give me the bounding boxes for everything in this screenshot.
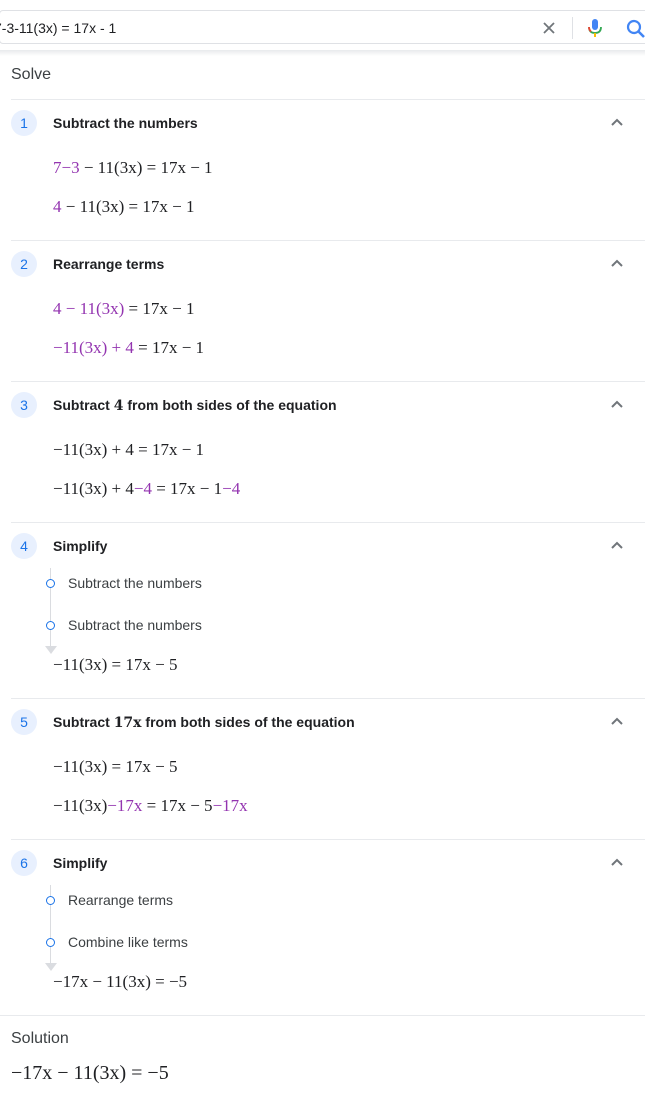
close-icon[interactable] xyxy=(540,19,558,37)
microphone-icon[interactable] xyxy=(585,17,605,39)
chevron-up-icon[interactable] xyxy=(607,535,627,555)
chevron-up-icon[interactable] xyxy=(607,253,627,273)
step-number: 3 xyxy=(11,392,37,418)
divider xyxy=(11,698,645,699)
equation: −11(3x) + 4 = 17x − 1 xyxy=(53,338,205,357)
solve-heading: Solve xyxy=(11,66,52,83)
chevron-up-icon[interactable] xyxy=(607,112,627,132)
chevron-up-icon[interactable] xyxy=(607,852,627,872)
step-title[interactable]: Simplify xyxy=(53,855,107,871)
substep-dot-icon xyxy=(46,896,55,905)
step-number: 5 xyxy=(11,709,37,735)
search-divider xyxy=(572,17,573,39)
equation: −17x − 11(3x) = −5 xyxy=(53,972,188,991)
step-number: 1 xyxy=(11,110,37,136)
step-title[interactable]: Simplify xyxy=(53,538,107,554)
divider xyxy=(0,1015,645,1016)
equation: −11(3x) + 4 = 17x − 1 xyxy=(53,440,205,459)
step-number: 4 xyxy=(11,533,37,559)
step-number: 2 xyxy=(11,251,37,277)
substep-label[interactable]: Subtract the numbers xyxy=(68,575,202,591)
search-input[interactable] xyxy=(0,17,520,39)
equation: −11(3x)−17x = 17x − 5−17x xyxy=(53,796,248,815)
step-title[interactable]: Subtract 4 from both sides of the equati… xyxy=(53,397,337,414)
equation: 4 − 11(3x) = 17x − 1 xyxy=(53,299,195,318)
arrow-down-icon xyxy=(45,646,57,654)
step-title[interactable]: Subtract the numbers xyxy=(53,115,198,131)
chevron-up-icon[interactable] xyxy=(607,394,627,414)
substep-label[interactable]: Rearrange terms xyxy=(68,892,173,908)
divider xyxy=(11,381,645,382)
substep-label[interactable]: Combine like terms xyxy=(68,934,188,950)
solution-heading: Solution xyxy=(11,1030,69,1047)
step-number: 6 xyxy=(11,850,37,876)
chevron-up-icon[interactable] xyxy=(607,711,627,731)
arrow-down-icon xyxy=(45,963,57,971)
divider xyxy=(11,240,645,241)
substep-label[interactable]: Subtract the numbers xyxy=(68,617,202,633)
divider xyxy=(11,99,645,100)
step-title[interactable]: Rearrange terms xyxy=(53,256,164,272)
solution-equation: −17x − 11(3x) = −5 xyxy=(11,1062,169,1084)
equation: −11(3x) + 4−4 = 17x − 1−4 xyxy=(53,479,241,498)
equation: 7−3 − 11(3x) = 17x − 1 xyxy=(53,158,213,177)
substep-dot-icon xyxy=(46,621,55,630)
substep-dot-icon xyxy=(46,938,55,947)
substep-dot-icon xyxy=(46,579,55,588)
divider xyxy=(11,839,645,840)
search-icon[interactable] xyxy=(625,18,645,40)
divider xyxy=(11,522,645,523)
equation: 4 − 11(3x) = 17x − 1 xyxy=(53,197,195,216)
header-shadow xyxy=(0,50,645,56)
equation: −11(3x) = 17x − 5 xyxy=(53,757,178,776)
equation: −11(3x) = 17x − 5 xyxy=(53,655,178,674)
step-title[interactable]: Subtract 17x from both sides of the equa… xyxy=(53,714,355,731)
search-bar xyxy=(0,10,645,44)
